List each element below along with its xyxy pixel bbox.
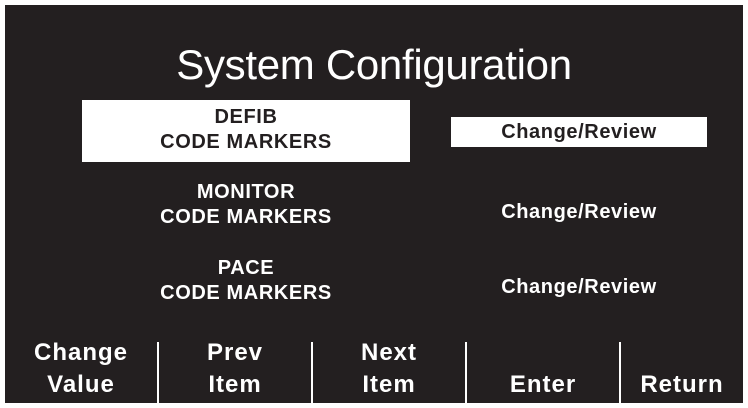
menu-item-label-line1: DEFIB	[214, 106, 278, 128]
menu-item-label-line2: CODE MARKERS	[160, 206, 332, 228]
menu-item-defib-change-review[interactable]: Change/Review	[451, 117, 707, 147]
softkey-label-line1: Change	[33, 339, 128, 366]
menu-item-monitor-code-markers-label[interactable]: MONITOR CODE MARKERS	[82, 175, 410, 237]
softkey-label-line2: Enter	[509, 371, 577, 398]
softkey-label-line2: Return	[640, 371, 724, 398]
return-softkey[interactable]: Return	[621, 337, 743, 403]
menu-item-pace-change-review[interactable]: Change/Review	[451, 272, 707, 302]
menu-item-defib-code-markers-label[interactable]: DEFIB CODE MARKERS	[82, 100, 410, 162]
menu-item-monitor-change-review[interactable]: Change/Review	[451, 197, 707, 227]
change-value-softkey[interactable]: Change Value	[5, 337, 157, 403]
menu-item-label-line2: CODE MARKERS	[160, 282, 332, 304]
menu-item-label-line1: MONITOR	[196, 181, 296, 203]
page-title: System Configuration	[176, 41, 572, 88]
softkey-label-line1: Next	[360, 339, 418, 366]
softkey-bar: Change Value Prev Item Next Item Enter R…	[5, 337, 743, 403]
softkey-label-line2: Item	[362, 371, 416, 398]
menu-item-label-line1: PACE	[217, 257, 275, 279]
device-screen: System Configuration DEFIB CODE MARKERS …	[5, 5, 743, 403]
softkey-label-line2: Value	[47, 371, 115, 398]
menu-item-label-line2: CODE MARKERS	[160, 131, 332, 153]
enter-softkey[interactable]: Enter	[467, 337, 619, 403]
softkey-label-line1: Prev	[206, 339, 264, 366]
prev-item-softkey[interactable]: Prev Item	[159, 337, 311, 403]
menu-item-pace-code-markers-label[interactable]: PACE CODE MARKERS	[82, 251, 410, 313]
softkey-label-line1	[621, 337, 743, 369]
softkey-label-line1	[467, 337, 619, 369]
softkey-label-line2: Item	[208, 371, 262, 398]
next-item-softkey[interactable]: Next Item	[313, 337, 465, 403]
